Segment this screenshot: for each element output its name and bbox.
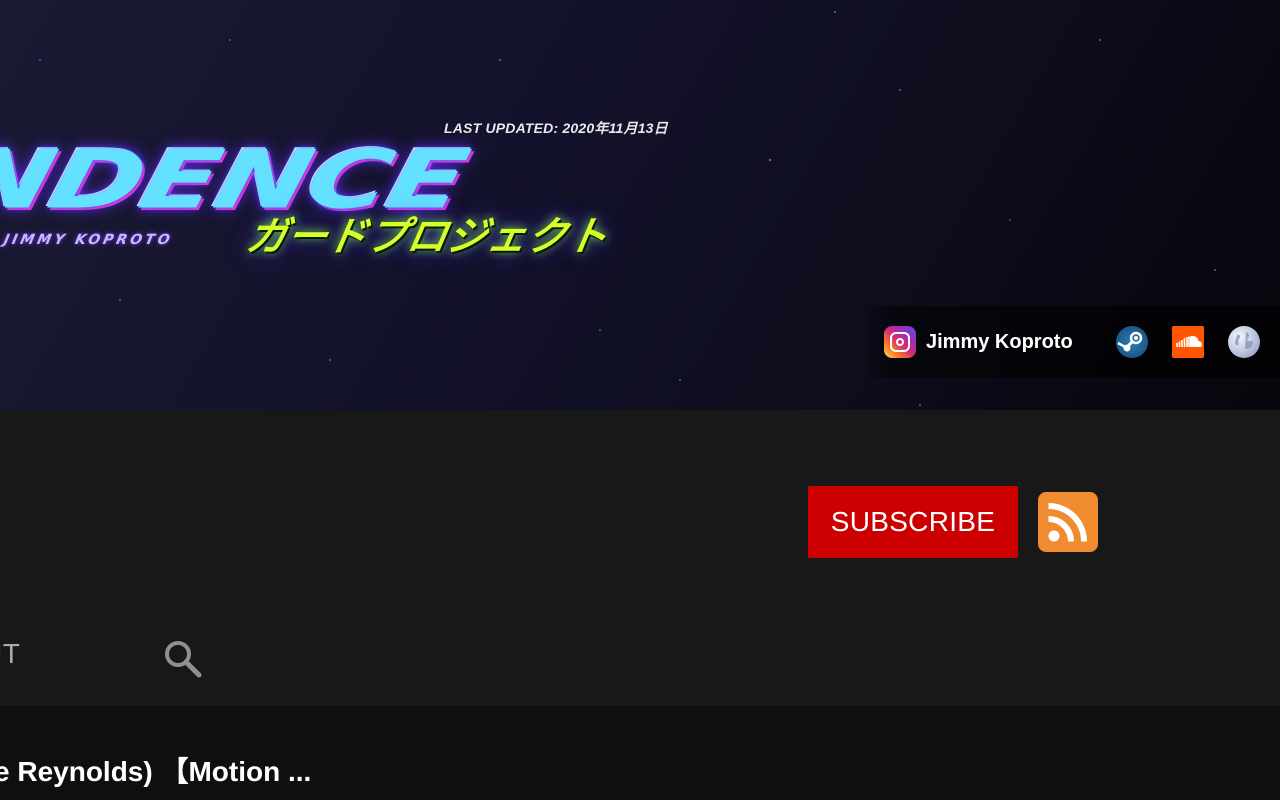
channel-search-button[interactable] [160, 636, 204, 680]
instagram-icon [884, 326, 916, 358]
steam-icon [1117, 331, 1143, 352]
rss-icon [1048, 503, 1087, 542]
last-updated-text: LAST UPDATED: 2020年11月13日 [444, 120, 668, 136]
globe-icon [1235, 332, 1254, 350]
channel-banner: LAST UPDATED: 2020年11月13日 NDENCE BY JIMM… [0, 0, 1280, 410]
logo-japanese-subtitle: ガードプロジェクト [243, 214, 612, 260]
search-icon [165, 641, 202, 678]
banner-logo: NDENCE BY JIMMY KOPROTO ガードプロジェクト [0, 134, 690, 270]
rss-feed-button[interactable] [1038, 492, 1098, 552]
soundcloud-link[interactable] [1172, 326, 1204, 358]
website-link[interactable] [1228, 326, 1260, 358]
logo-byline: BY JIMMY KOPROTO [0, 232, 175, 248]
instagram-link[interactable]: Jimmy Koproto [884, 326, 1073, 358]
tab-about[interactable]: UT [0, 638, 20, 670]
video-title[interactable]: e Reynolds) 【Motion ... [0, 750, 311, 790]
steam-link[interactable] [1116, 326, 1148, 358]
subscribe-button[interactable]: SUBSCRIBE [808, 486, 1018, 558]
instagram-label: Jimmy Koproto [926, 330, 1073, 353]
soundcloud-icon [1176, 336, 1202, 347]
